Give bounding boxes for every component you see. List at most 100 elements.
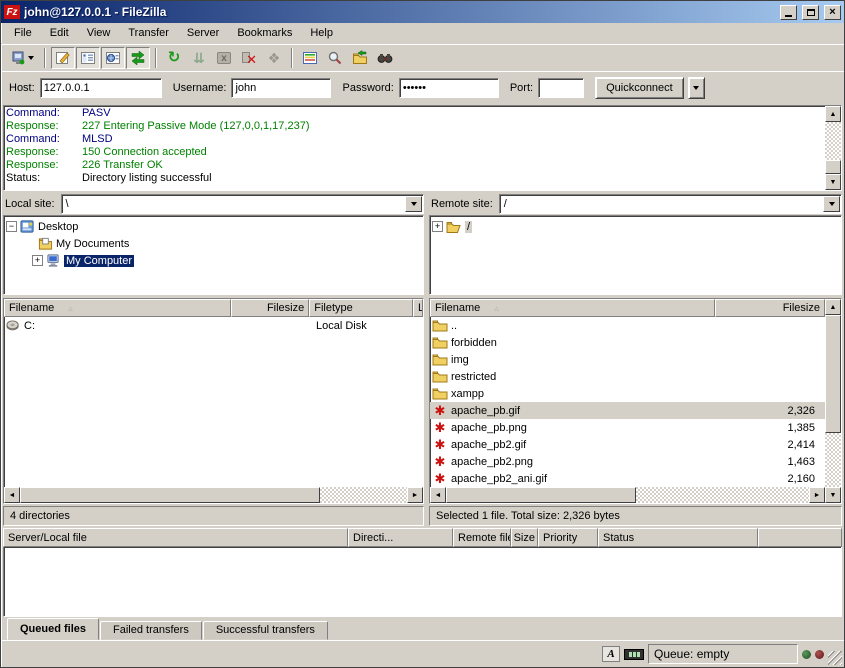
tab-failed-transfers[interactable]: Failed transfers <box>100 621 202 640</box>
scrollbar-thumb[interactable] <box>825 160 841 174</box>
process-queue-icon: ⇊ <box>193 51 205 65</box>
remote-horizontal-scrollbar[interactable]: ◄ ► <box>430 487 825 503</box>
menu-server[interactable]: Server <box>178 25 228 41</box>
tree-item-my-documents[interactable]: My Documents <box>6 235 421 252</box>
scroll-up-icon[interactable]: ▲ <box>825 299 841 315</box>
sort-ascending-icon: ▵ <box>494 303 499 314</box>
folder-row[interactable]: img <box>430 351 825 368</box>
column-header-server-local-file[interactable]: Server/Local file <box>3 528 348 547</box>
column-header-last-modified[interactable]: L <box>413 299 423 317</box>
toggle-remote-tree-button[interactable] <box>101 47 125 69</box>
scroll-down-icon[interactable]: ▼ <box>825 487 841 503</box>
folder-row[interactable]: xampp <box>430 385 825 402</box>
tree-item-desktop[interactable]: − Desktop <box>6 218 421 235</box>
scroll-right-icon[interactable]: ► <box>407 487 423 503</box>
close-button[interactable]: × <box>824 5 841 20</box>
file-row[interactable]: ✱apache_pb2.png1,463 <box>430 453 825 470</box>
synchronized-browsing-button[interactable] <box>348 47 372 69</box>
log-line: Response:227 Entering Passive Mode (127,… <box>6 120 823 133</box>
toggle-local-tree-button[interactable] <box>76 47 100 69</box>
tab-queued-files[interactable]: Queued files <box>7 618 99 640</box>
column-header-size[interactable]: Size <box>511 528 538 547</box>
filename-filter-button[interactable] <box>323 47 347 69</box>
folder-row[interactable]: .. <box>430 317 825 334</box>
menu-file[interactable]: File <box>5 25 41 41</box>
quickconnect-dropdown-button[interactable] <box>688 77 705 99</box>
file-row[interactable]: ✱apache_pb2.gif2,414 <box>430 436 825 453</box>
process-queue-button[interactable]: ⇊ <box>187 47 211 69</box>
tree-item-root[interactable]: + / <box>432 218 839 235</box>
column-header-priority[interactable]: Priority <box>538 528 598 547</box>
local-site-combo[interactable]: \ <box>61 194 424 214</box>
scrollbar-thumb[interactable] <box>20 487 320 503</box>
remote-vertical-scrollbar[interactable]: ▲ ▼ <box>825 299 841 503</box>
toolbar: ↻ ⇊ x ✕ ❖ <box>1 44 844 71</box>
scroll-left-icon[interactable]: ◄ <box>430 487 446 503</box>
scrollbar-thumb[interactable] <box>446 487 636 503</box>
maximize-button[interactable] <box>802 5 819 20</box>
column-header-filesize[interactable]: Filesize <box>715 299 825 317</box>
scroll-down-icon[interactable]: ▼ <box>825 174 841 190</box>
toggle-transfer-queue-button[interactable] <box>126 47 150 69</box>
file-name: apache_pb2.gif <box>451 439 526 451</box>
log-vertical-scrollbar[interactable]: ▲ ▼ <box>825 106 841 190</box>
file-row[interactable]: ✱apache_pb2_ani.gif2,160 <box>430 470 825 487</box>
scroll-right-icon[interactable]: ► <box>809 487 825 503</box>
site-manager-button[interactable] <box>5 47 39 69</box>
column-header-direction[interactable]: Directi... <box>348 528 453 547</box>
expand-icon[interactable]: + <box>32 255 43 266</box>
expand-icon[interactable]: + <box>432 221 443 232</box>
column-header-filetype[interactable]: Filetype <box>309 299 413 317</box>
tree-item-my-computer[interactable]: + My Computer <box>6 252 421 269</box>
search-files-button[interactable] <box>373 47 397 69</box>
local-list-rows: C: Local Disk <box>4 317 423 487</box>
queue-tabs: Queued files Failed transfers Successful… <box>3 617 842 640</box>
directory-comparison-button[interactable] <box>298 47 322 69</box>
menu-view[interactable]: View <box>78 25 120 41</box>
refresh-button[interactable]: ↻ <box>162 47 186 69</box>
folder-row[interactable]: forbidden <box>430 334 825 351</box>
toggle-message-log-button[interactable] <box>51 47 75 69</box>
remote-site-combo[interactable]: / <box>499 194 842 214</box>
file-row-selected[interactable]: ✱apache_pb.gif2,326 <box>430 402 825 419</box>
menu-transfer[interactable]: Transfer <box>119 25 178 41</box>
queue-body[interactable] <box>3 547 842 617</box>
cancel-operation-button[interactable]: x <box>212 47 236 69</box>
column-header-filesize[interactable]: Filesize <box>231 299 309 317</box>
port-input[interactable] <box>538 78 584 98</box>
column-header-filename[interactable]: Filename▵ <box>4 299 231 317</box>
folder-row[interactable]: restricted <box>430 368 825 385</box>
tab-successful-transfers[interactable]: Successful transfers <box>203 621 328 640</box>
toolbar-separator <box>44 48 46 68</box>
scroll-up-icon[interactable]: ▲ <box>825 106 841 122</box>
scroll-left-icon[interactable]: ◄ <box>4 487 20 503</box>
image-file-icon: ✱ <box>432 473 448 485</box>
menu-bookmarks[interactable]: Bookmarks <box>228 25 301 41</box>
column-header-filename[interactable]: Filename▵ <box>430 299 715 317</box>
username-label: Username: <box>173 82 227 94</box>
column-header-remote-file[interactable]: Remote file <box>453 528 511 547</box>
username-input[interactable] <box>231 78 331 98</box>
cancel-icon: x <box>217 52 231 64</box>
file-name: apache_pb.png <box>451 422 527 434</box>
open-folder-icon <box>446 220 462 234</box>
disconnect-button[interactable]: ✕ <box>237 47 261 69</box>
menu-edit[interactable]: Edit <box>41 25 78 41</box>
drive-icon <box>6 319 21 332</box>
scrollbar-thumb[interactable] <box>825 315 841 433</box>
chevron-down-icon[interactable] <box>823 196 840 212</box>
quickconnect-button[interactable]: Quickconnect <box>595 77 684 99</box>
password-input[interactable] <box>399 78 499 98</box>
minimize-button[interactable] <box>780 5 797 20</box>
column-header-status[interactable]: Status <box>598 528 758 547</box>
chevron-down-icon[interactable] <box>405 196 422 212</box>
collapse-icon[interactable]: − <box>6 221 17 232</box>
file-row-c-drive[interactable]: C: Local Disk <box>4 317 423 334</box>
host-input[interactable] <box>40 78 162 98</box>
reconnect-button[interactable]: ❖ <box>262 47 286 69</box>
resize-grip[interactable] <box>828 651 842 665</box>
local-horizontal-scrollbar[interactable]: ◄ ► <box>4 487 423 503</box>
menu-help[interactable]: Help <box>301 25 342 41</box>
file-row[interactable]: ✱apache_pb.png1,385 <box>430 419 825 436</box>
file-size: 1,463 <box>745 456 825 468</box>
